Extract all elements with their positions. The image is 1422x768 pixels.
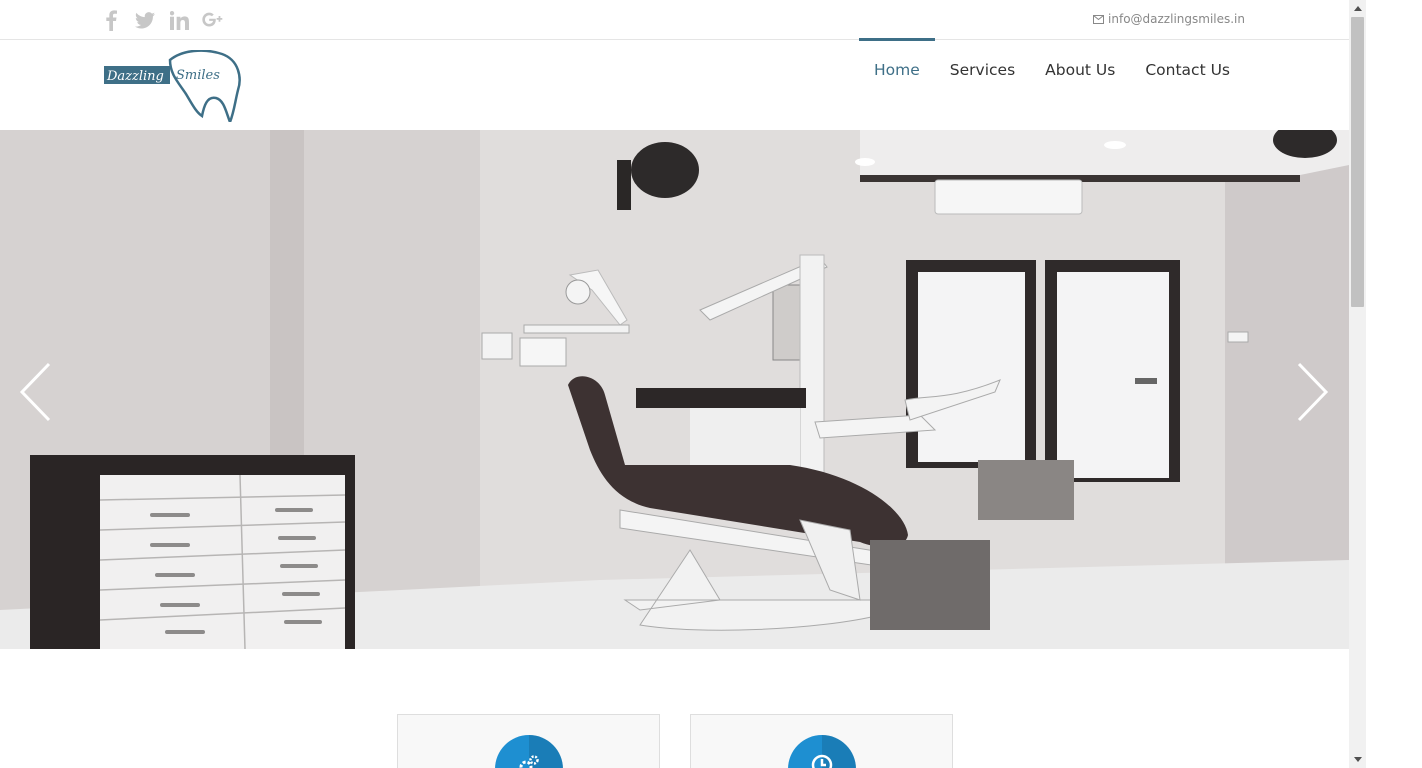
hero-slider xyxy=(0,130,1349,649)
nav-home[interactable]: Home xyxy=(859,38,935,100)
nav-contact-us[interactable]: Contact Us xyxy=(1130,40,1245,100)
envelope-icon xyxy=(1093,14,1105,24)
nav-services[interactable]: Services xyxy=(935,40,1030,100)
chevron-right-icon xyxy=(1297,362,1329,422)
scroll-down-arrow-icon xyxy=(1353,757,1362,762)
slider-next-button[interactable] xyxy=(1296,362,1330,422)
contact-email[interactable]: info@dazzlingsmiles.in xyxy=(1093,12,1245,26)
top-bar: info@dazzlingsmiles.in xyxy=(0,0,1349,40)
feature-card-1 xyxy=(397,714,660,768)
site-header: Dazzling Smiles Home Services About Us C… xyxy=(0,38,1349,130)
feature-circle-2 xyxy=(787,735,856,768)
hero-image xyxy=(0,130,1349,649)
scroll-up-arrow-icon xyxy=(1353,6,1362,11)
gears-icon xyxy=(519,755,539,768)
facebook-icon[interactable] xyxy=(100,7,122,33)
twitter-icon[interactable] xyxy=(134,7,156,33)
main-nav: Home Services About Us Contact Us xyxy=(859,38,1245,100)
nav-about-us[interactable]: About Us xyxy=(1030,40,1130,100)
social-links xyxy=(100,7,224,33)
window-gutter xyxy=(1366,0,1422,768)
logo-word-dazzling: Dazzling xyxy=(106,69,164,84)
google-plus-icon[interactable] xyxy=(202,7,224,33)
logo-word-smiles: Smiles xyxy=(176,68,220,83)
chevron-left-icon xyxy=(19,362,51,422)
site-logo[interactable]: Dazzling Smiles xyxy=(104,49,244,126)
feature-card-2 xyxy=(690,714,953,768)
scrollbar-thumb[interactable] xyxy=(1351,17,1364,307)
clock-icon xyxy=(811,754,832,768)
feature-circle-1 xyxy=(494,735,563,768)
page-scrollbar[interactable] xyxy=(1349,0,1366,768)
scroll-up-button[interactable] xyxy=(1349,0,1366,17)
scroll-down-button[interactable] xyxy=(1349,751,1366,768)
linkedin-icon[interactable] xyxy=(168,7,190,33)
slider-prev-button[interactable] xyxy=(18,362,52,422)
contact-email-text[interactable]: info@dazzlingsmiles.in xyxy=(1108,12,1245,26)
